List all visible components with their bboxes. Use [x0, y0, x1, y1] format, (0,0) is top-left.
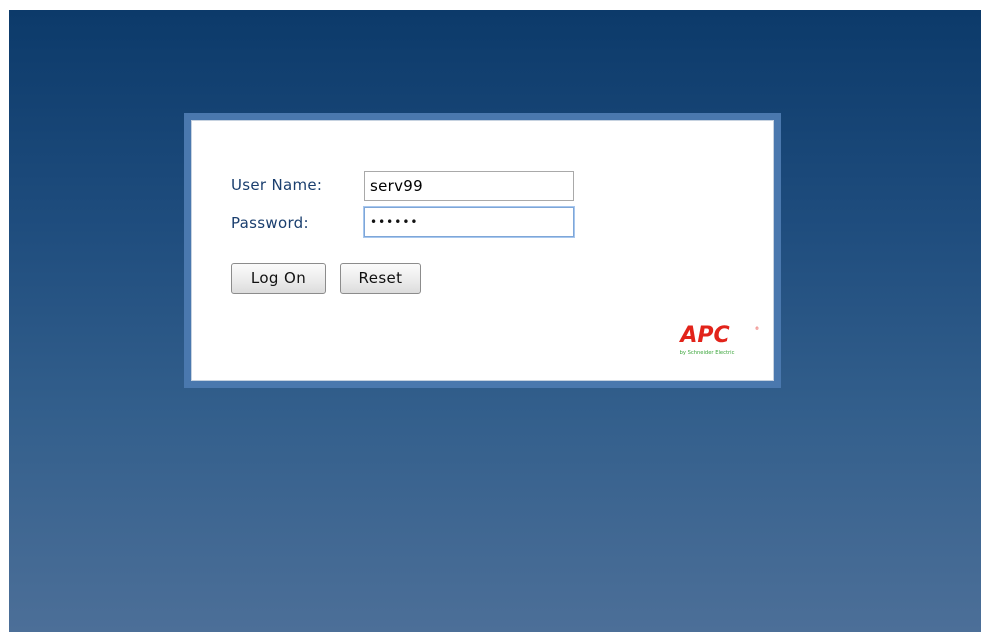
svg-text:®: ®: [755, 326, 759, 331]
apc-logo-mark: APC ®: [678, 323, 759, 348]
login-panel: User Name: serv99 Password: •••••• Log O…: [191, 120, 774, 381]
username-input[interactable]: serv99: [364, 171, 574, 201]
apc-logo-tagline: by Schneider Electric: [680, 350, 735, 356]
apc-logo: APC ® by Schneider Electric: [678, 323, 759, 356]
username-label: User Name:: [231, 176, 323, 194]
reset-button[interactable]: Reset: [340, 263, 421, 294]
login-panel-frame: User Name: serv99 Password: •••••• Log O…: [184, 113, 781, 388]
apc-logo-text: APC: [678, 323, 729, 348]
password-input[interactable]: ••••••: [364, 207, 574, 237]
log-on-button[interactable]: Log On: [231, 263, 326, 294]
password-label: Password:: [231, 214, 309, 232]
page-background: User Name: serv99 Password: •••••• Log O…: [9, 10, 981, 632]
